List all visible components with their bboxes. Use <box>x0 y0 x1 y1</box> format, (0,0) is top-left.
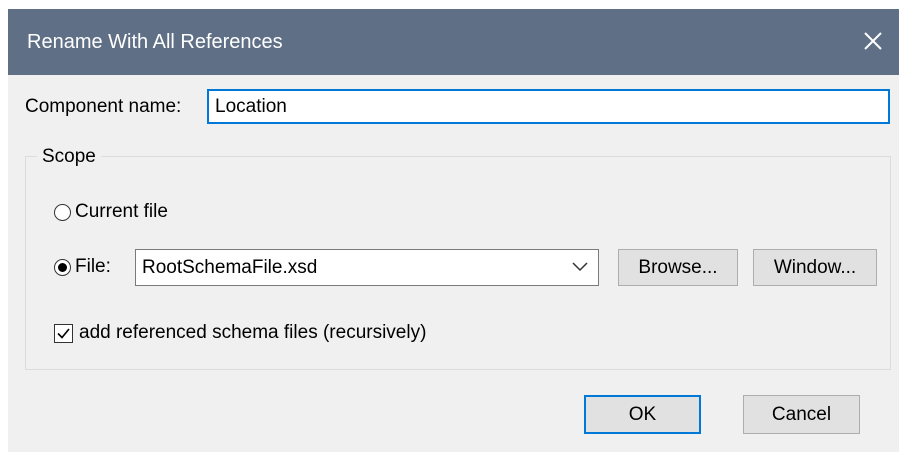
file-combobox-value: RootSchemaFile.xsd <box>142 257 318 278</box>
component-name-label: Component name: <box>25 96 182 117</box>
current-file-label[interactable]: Current file <box>75 200 168 224</box>
window-button[interactable]: Window... <box>753 249 877 286</box>
close-icon <box>864 32 882 50</box>
scope-legend: Scope <box>37 145 101 169</box>
browse-button[interactable]: Browse... <box>618 249 738 286</box>
component-name-input[interactable] <box>207 89 890 124</box>
rename-dialog: Rename With All References Component nam… <box>8 9 899 452</box>
close-button[interactable] <box>847 9 899 75</box>
title-bar[interactable]: Rename With All References <box>8 9 899 75</box>
chevron-down-icon[interactable] <box>572 262 588 272</box>
file-combobox[interactable]: RootSchemaFile.xsd <box>135 249 599 286</box>
dialog-title: Rename With All References <box>27 31 283 53</box>
file-radio[interactable] <box>54 259 71 276</box>
checkmark-icon <box>57 328 70 339</box>
current-file-radio[interactable] <box>54 204 71 221</box>
ok-button[interactable]: OK <box>584 395 701 434</box>
recursive-label[interactable]: add referenced schema files (recursively… <box>79 321 426 345</box>
file-label[interactable]: File: <box>75 255 111 279</box>
cancel-button[interactable]: Cancel <box>743 395 860 434</box>
recursive-checkbox[interactable] <box>54 324 73 343</box>
